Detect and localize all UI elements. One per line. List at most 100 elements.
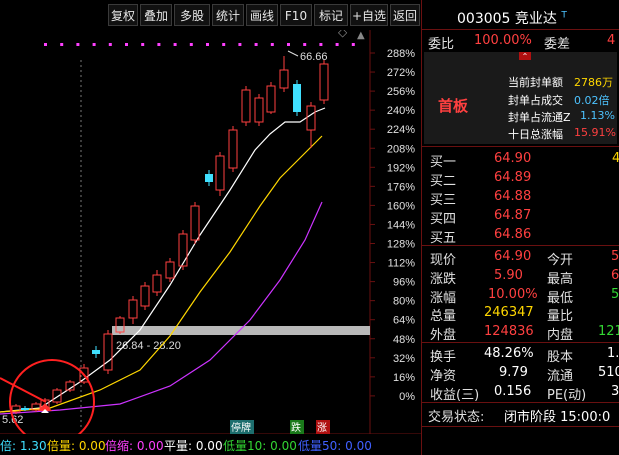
fund-value: 3 bbox=[611, 384, 619, 399]
range-label: 26.84 - 28.20 bbox=[116, 340, 181, 352]
stock-header: 003005 竞业达 T bbox=[457, 8, 567, 28]
limit-up-dot bbox=[319, 43, 323, 46]
quote-value: 5 bbox=[611, 249, 619, 264]
fuquan-button[interactable]: 复权 bbox=[108, 4, 138, 26]
limit-up-dot bbox=[238, 43, 242, 46]
back-button[interactable]: 返回 bbox=[390, 4, 420, 26]
scroll-up-icon[interactable]: ▲ bbox=[357, 30, 365, 41]
limit-row-value: 0.02倍 bbox=[574, 94, 610, 107]
weicha-value: 4 bbox=[607, 33, 616, 48]
candle-body bbox=[21, 408, 29, 410]
fund-label: 净资 bbox=[430, 369, 457, 384]
fund-label: PE(动) bbox=[547, 388, 587, 403]
candle-body bbox=[215, 155, 225, 191]
indicator-bar: 倍: 1.30 倍量: 0.00 倍缩: 0.00 平量: 0.00 低量10:… bbox=[0, 435, 422, 455]
kline-chart[interactable]: 26.84 - 28.20 288% 272% 256% 240% 224% 208% 19… bbox=[0, 30, 422, 434]
limit-up-box: ⌃ 首板 当前封单额 2786万 封单占成交 0.02倍 封单占流通Z 1.13… bbox=[424, 52, 617, 144]
candle-body bbox=[178, 233, 188, 267]
y-axis-label: 32% bbox=[393, 353, 415, 365]
separator bbox=[422, 426, 619, 427]
fund-value: 1. bbox=[607, 346, 619, 361]
ma20-line bbox=[0, 201, 323, 415]
limit-up-dot bbox=[254, 43, 258, 46]
add-watchlist-button[interactable]: +自选 bbox=[350, 4, 388, 26]
bid-price: 64.87 bbox=[494, 208, 532, 223]
candle-body bbox=[128, 299, 138, 319]
quote-value: 10.00% bbox=[488, 287, 538, 302]
bid-price: 64.86 bbox=[494, 227, 532, 242]
bid-label: 买一 bbox=[430, 155, 457, 170]
candle-body bbox=[293, 84, 301, 112]
limit-up-dot bbox=[76, 43, 80, 46]
limit-up-dot bbox=[125, 43, 128, 46]
quote-label: 最低 bbox=[547, 291, 574, 306]
candle-body bbox=[92, 350, 100, 354]
overlay-button[interactable]: 叠加 bbox=[140, 4, 172, 26]
high-pointer bbox=[287, 50, 299, 57]
limit-row-label: 封单占流通Z bbox=[508, 111, 571, 124]
fund-value: 510 bbox=[598, 365, 619, 380]
quote-value: 124836 bbox=[484, 324, 534, 339]
ma10-line bbox=[0, 135, 323, 413]
separator bbox=[422, 342, 619, 343]
y-axis-label: 0% bbox=[399, 391, 415, 403]
bid-volume: 4 bbox=[612, 151, 619, 166]
indicator-pingliang: 平量: 0.00 bbox=[164, 439, 223, 453]
statistics-button[interactable]: 统计 bbox=[212, 4, 244, 26]
limit-up-dot bbox=[92, 43, 96, 46]
quote-label: 最高 bbox=[547, 272, 574, 287]
chart-grid bbox=[0, 30, 422, 434]
bid-price: 64.90 bbox=[494, 151, 532, 166]
candle-body bbox=[140, 285, 150, 307]
y-axis-label: 224% bbox=[387, 124, 415, 136]
candle-body bbox=[306, 105, 316, 131]
limit-up-dot bbox=[303, 43, 307, 46]
collapse-toggle[interactable]: ⌃ bbox=[519, 52, 531, 61]
y-axis-label: 64% bbox=[393, 315, 415, 327]
limit-up-dot bbox=[335, 43, 339, 46]
indicator-beiliang: 倍量: 0.00 bbox=[47, 439, 106, 453]
quote-label: 外盘 bbox=[430, 328, 457, 343]
limit-up-dot bbox=[351, 43, 355, 46]
f10-button[interactable]: F10 bbox=[280, 4, 312, 26]
candle-body bbox=[205, 174, 213, 182]
weibi-label: 委比 bbox=[428, 37, 455, 52]
quote-value: 121 bbox=[598, 324, 619, 339]
stock-badge: T bbox=[561, 10, 567, 21]
marker-up-label: 涨 bbox=[317, 422, 327, 434]
weibi-value: 100.00% bbox=[474, 33, 532, 48]
stock-code: 003005 bbox=[457, 11, 511, 27]
y-axis-label: 128% bbox=[387, 239, 415, 251]
y-axis-label: 272% bbox=[387, 67, 415, 79]
y-axis-label: 240% bbox=[387, 105, 415, 117]
multi-stock-button[interactable]: 多股 bbox=[174, 4, 210, 26]
y-axis-label: 16% bbox=[393, 372, 415, 384]
trade-status-label: 交易状态: bbox=[428, 410, 485, 425]
fund-label: 股本 bbox=[547, 350, 574, 365]
limit-up-dot bbox=[206, 43, 209, 46]
candle-body bbox=[103, 333, 113, 371]
separator bbox=[422, 29, 619, 30]
limit-row-value: 15.91% bbox=[574, 126, 616, 139]
quote-value: 5 bbox=[611, 287, 619, 302]
limit-row-value: 1.13% bbox=[580, 109, 615, 122]
marker-down-label: 跌 bbox=[291, 421, 301, 434]
quote-label: 现价 bbox=[430, 253, 457, 268]
mark-button[interactable]: 标记 bbox=[314, 4, 348, 26]
marker-halt-label: 停牌 bbox=[231, 421, 251, 434]
bid-label: 买四 bbox=[430, 212, 457, 227]
bid-price: 64.88 bbox=[494, 189, 532, 204]
y-axis-label: 176% bbox=[387, 181, 415, 193]
draw-line-button[interactable]: 画线 bbox=[246, 4, 278, 26]
diamond-icon[interactable]: ◇ bbox=[338, 30, 348, 39]
quote-label: 今开 bbox=[547, 253, 574, 268]
candle-body bbox=[279, 69, 289, 89]
fund-label: 流通 bbox=[547, 369, 574, 384]
y-axis-label: 112% bbox=[388, 258, 416, 270]
quote-label: 涨幅 bbox=[430, 291, 457, 306]
candle-body bbox=[165, 261, 175, 279]
y-axis-label: 48% bbox=[393, 334, 415, 346]
limit-row-label: 封单占成交 bbox=[508, 94, 563, 107]
limit-up-dot bbox=[157, 43, 161, 46]
candle-body bbox=[190, 205, 200, 241]
